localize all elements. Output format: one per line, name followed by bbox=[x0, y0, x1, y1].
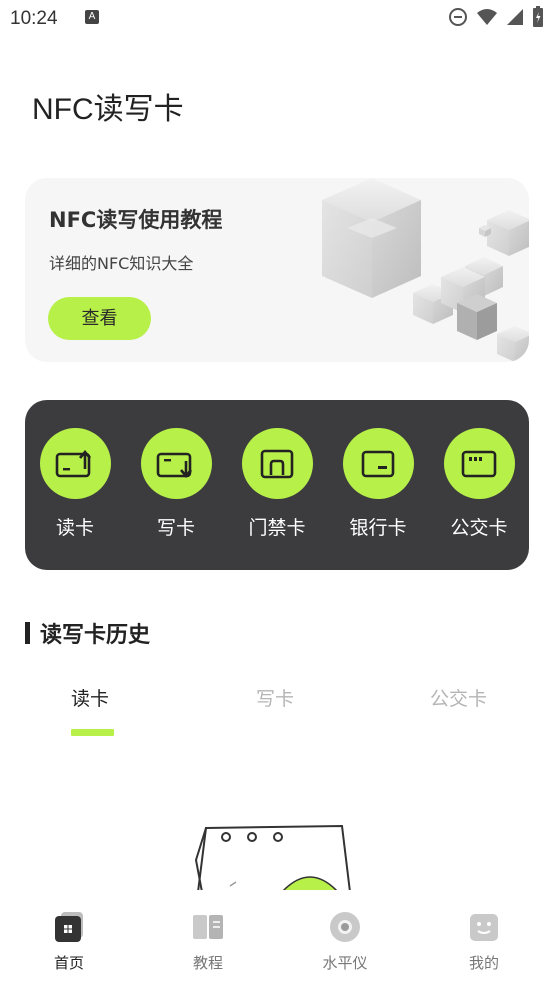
bottom-navigation: 首页 教程 水平仪 我的 bbox=[0, 890, 554, 984]
banner-subtitle: 详细的NFC知识大全 bbox=[49, 254, 194, 273]
tab-read-card[interactable]: 读卡 bbox=[71, 684, 109, 711]
access-card-label: 门禁卡 bbox=[248, 517, 306, 539]
quick-actions-panel: 读卡 写卡 门禁卡 银行卡 公交卡 bbox=[25, 400, 529, 570]
bank-card-icon bbox=[342, 428, 414, 499]
bank-card-label: 银行卡 bbox=[349, 517, 407, 539]
signal-icon bbox=[507, 9, 523, 25]
nav-level-label: 水平仪 bbox=[322, 954, 368, 972]
bus-card-label: 公交卡 bbox=[450, 517, 508, 539]
read-card-label: 读卡 bbox=[55, 517, 94, 539]
read-card-action[interactable]: 读卡 bbox=[33, 428, 117, 540]
profile-icon bbox=[467, 910, 501, 944]
nav-home-label: 首页 bbox=[53, 954, 84, 972]
bus-card-icon bbox=[443, 428, 515, 499]
book-icon bbox=[191, 910, 225, 944]
write-card-action[interactable]: 写卡 bbox=[134, 428, 218, 540]
status-bar: 10:24 A bbox=[0, 0, 554, 38]
tab-write-card[interactable]: 写卡 bbox=[256, 684, 294, 711]
card-read-icon bbox=[39, 428, 111, 499]
active-tab-indicator bbox=[71, 729, 114, 736]
banner-title: NFC读写使用教程 bbox=[49, 208, 223, 232]
tab-bus-card[interactable]: 公交卡 bbox=[430, 684, 487, 711]
home-icon bbox=[52, 910, 86, 944]
bank-card-action[interactable]: 银行卡 bbox=[336, 428, 420, 540]
bus-card-action[interactable]: 公交卡 bbox=[437, 428, 521, 540]
access-card-icon bbox=[241, 428, 313, 499]
tutorial-banner[interactable]: NFC读写使用教程 详细的NFC知识大全 查看 bbox=[25, 178, 529, 362]
access-card-action[interactable]: 门禁卡 bbox=[235, 428, 319, 540]
nav-tutorial[interactable]: 教程 bbox=[168, 910, 248, 973]
page-title: NFC读写卡 bbox=[32, 93, 184, 126]
do-not-disturb-icon bbox=[449, 8, 467, 26]
card-write-icon bbox=[140, 428, 212, 499]
level-icon bbox=[328, 910, 362, 944]
notification-icon: A bbox=[85, 10, 99, 24]
battery-icon bbox=[533, 6, 543, 27]
status-icons bbox=[448, 6, 544, 28]
wifi-icon bbox=[477, 9, 497, 25]
nav-profile[interactable]: 我的 bbox=[444, 910, 524, 973]
history-title-text: 读写卡历史 bbox=[40, 623, 151, 648]
nav-level[interactable]: 水平仪 bbox=[305, 910, 385, 973]
nav-home[interactable]: 首页 bbox=[29, 910, 109, 973]
cubes-illustration bbox=[322, 178, 529, 362]
nav-tutorial-label: 教程 bbox=[192, 954, 223, 972]
section-marker bbox=[25, 622, 30, 644]
history-section-title: 读写卡历史 bbox=[25, 618, 150, 648]
nav-profile-label: 我的 bbox=[468, 954, 499, 972]
empty-history-illustration bbox=[194, 824, 352, 892]
status-time: 10:24 bbox=[10, 8, 58, 29]
write-card-label: 写卡 bbox=[156, 517, 195, 539]
view-button[interactable]: 查看 bbox=[48, 297, 151, 340]
